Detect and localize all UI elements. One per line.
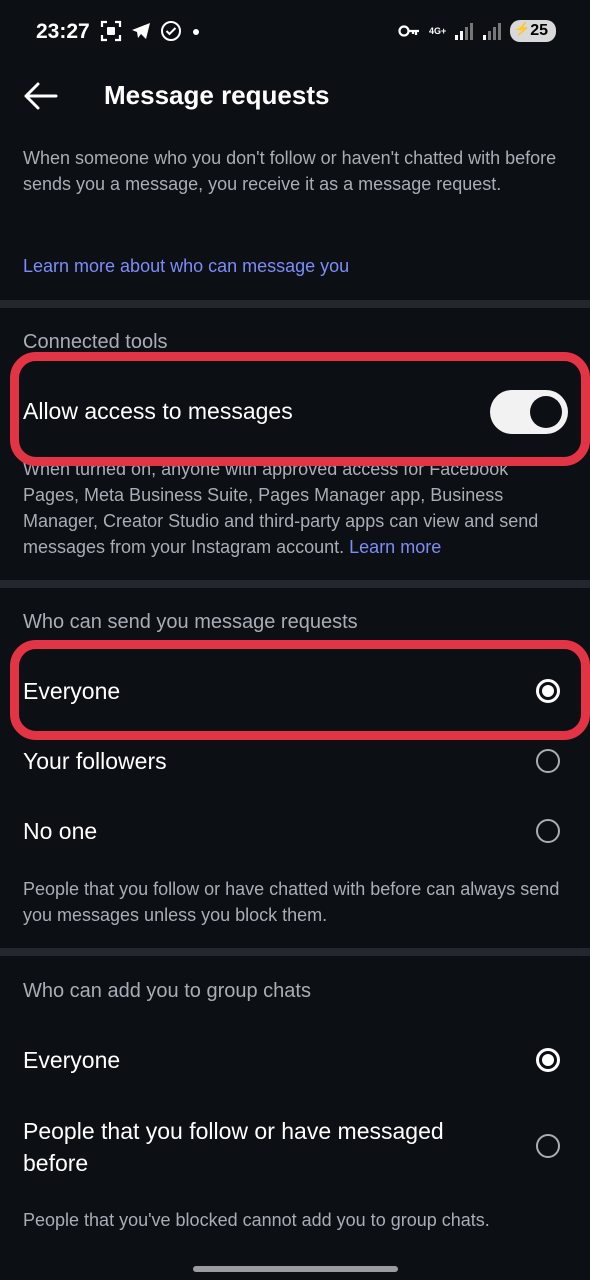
network-type: 4G+ xyxy=(428,25,447,36)
message-requests-note: People that you follow or have chatted w… xyxy=(23,879,560,925)
dot-icon xyxy=(193,29,199,35)
option-label: No one xyxy=(23,818,98,844)
divider xyxy=(0,580,590,588)
group-chats-note: People that you've blocked cannot add yo… xyxy=(23,1210,490,1230)
highlight-annotation xyxy=(10,640,590,740)
intro-text: When someone who you don't follow or hav… xyxy=(23,148,557,194)
page-title: Message requests xyxy=(104,80,330,110)
screenshot-icon xyxy=(100,20,122,42)
option-label: People that you follow or have messaged … xyxy=(23,1118,444,1176)
header: Message requests xyxy=(0,68,590,124)
status-time: 23:27 xyxy=(36,20,90,43)
option-label: Your followers xyxy=(23,748,167,774)
section-title-message-requests: Who can send you message requests xyxy=(23,611,358,633)
section-title-group-chats: Who can add you to group chats xyxy=(23,980,311,1002)
radio[interactable] xyxy=(536,749,560,773)
highlight-annotation xyxy=(10,352,590,466)
connected-tools-description: When turned on, anyone with approved acc… xyxy=(23,459,539,557)
check-circle-icon xyxy=(161,21,181,41)
home-indicator[interactable] xyxy=(193,1266,398,1272)
battery-icon: ⚡ 25 xyxy=(510,20,556,42)
battery-level: 25 xyxy=(530,22,548,39)
radio[interactable] xyxy=(536,1134,560,1158)
option-label: Everyone xyxy=(23,1047,121,1073)
learn-more-link[interactable]: Learn more about who can message you xyxy=(23,253,563,279)
key-icon xyxy=(398,25,419,37)
status-bar: 23:27 4G+ ⚡ 25 xyxy=(0,0,590,68)
arrow-left-icon[interactable] xyxy=(22,78,58,114)
radio[interactable] xyxy=(536,819,560,843)
telegram-icon xyxy=(132,23,150,39)
section-title-connected-tools: Connected tools xyxy=(23,331,168,353)
divider xyxy=(0,948,590,956)
radio-selected[interactable] xyxy=(536,1048,560,1072)
signal-icon xyxy=(455,23,474,40)
learn-more-link[interactable]: Learn more xyxy=(349,537,441,557)
divider xyxy=(0,300,590,308)
signal-icon xyxy=(483,23,502,40)
